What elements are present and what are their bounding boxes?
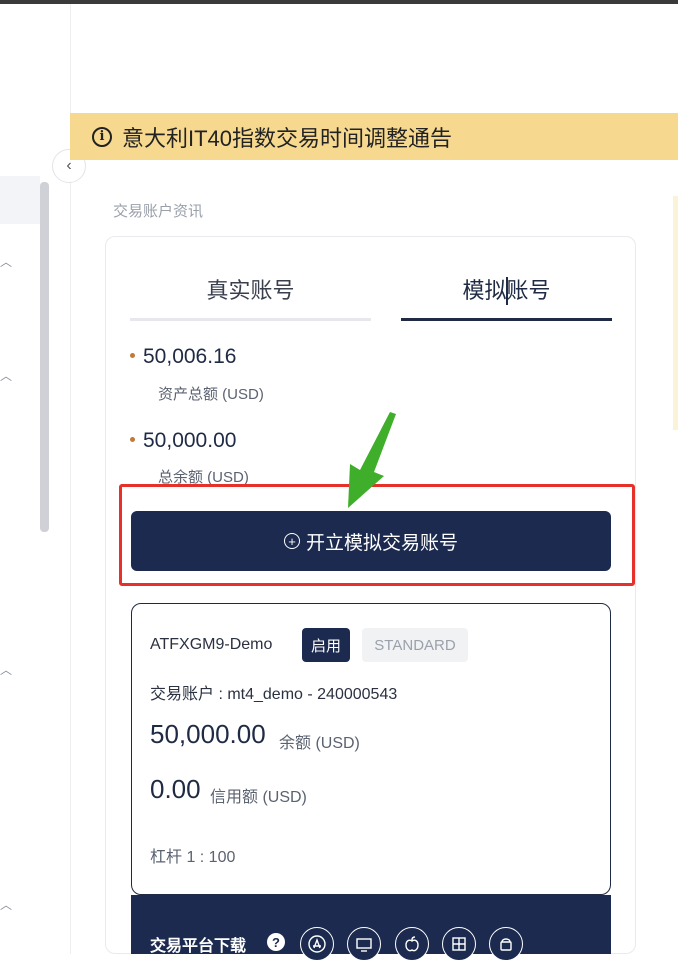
text-cursor [506,277,508,305]
window-top-border [0,0,678,4]
credit-label: 信用额 (USD) [210,789,307,806]
total-balance-value: 50,000.00 [143,429,237,452]
total-assets-label: 资产总额 (USD) [158,386,264,403]
credit-value: 0.00 [150,774,201,804]
sidebar: ︿ ︿ ︿ ︿ [0,4,71,954]
windows-icon[interactable] [442,927,476,961]
chevron-up-icon[interactable]: ︿ [0,370,12,382]
account-tabs: 真实账号 模拟账号 [130,262,612,322]
account-name: ATFXGM9-Demo [150,636,273,653]
status-badge: 启用 [302,628,350,662]
chevron-up-icon[interactable]: ︿ [0,664,12,676]
info-circle-icon: i [92,126,112,147]
app-store-icon[interactable] [300,927,334,961]
chevron-up-icon[interactable]: ︿ [0,899,12,911]
leverage-text: 杠杆 1 : 100 [150,849,236,866]
tab-real-account[interactable]: 真实账号 [130,262,371,321]
bullet-dot [130,353,135,358]
sidebar-active-item[interactable] [0,176,40,224]
account-type-badge: STANDARD [362,628,468,662]
total-assets-value: 50,006.16 [143,345,237,368]
trading-account-line: 交易账户 : mt4_demo - 240000543 [150,686,398,703]
right-panel-edge [673,196,678,430]
sidebar-scrollbar[interactable] [40,182,49,532]
bullet-dot [130,437,135,442]
apple-icon[interactable] [395,927,429,961]
notice-text[interactable]: 意大利IT40指数交易时间调整通告 [122,121,452,153]
question-icon[interactable]: ? [267,933,285,951]
balance-value: 50,000.00 [150,719,266,749]
platform-download-label: 交易平台下载 [150,938,247,955]
section-title: 交易账户资讯 [113,203,204,220]
chevron-up-icon[interactable]: ︿ [0,256,12,268]
notice-banner[interactable]: i 意大利IT40指数交易时间调整通告 [70,113,678,160]
green-arrow-annotation [348,412,396,508]
android-icon[interactable] [489,927,523,961]
balance-label: 余额 (USD) [279,735,360,752]
desktop-icon[interactable] [347,927,381,961]
